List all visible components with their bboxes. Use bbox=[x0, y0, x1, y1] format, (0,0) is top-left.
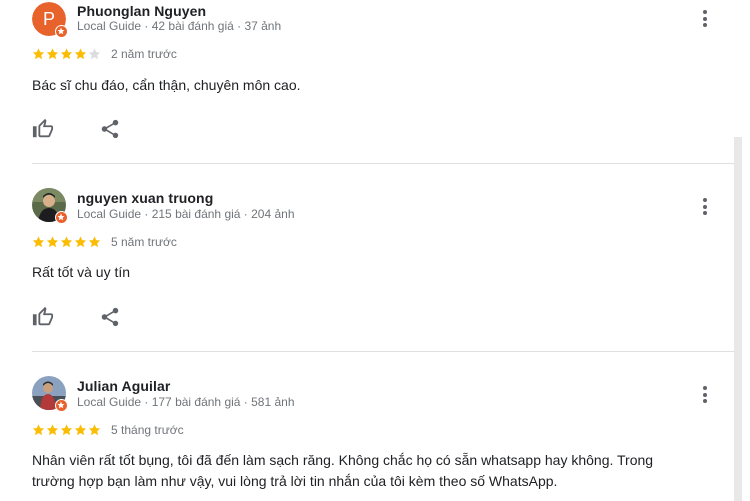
star-icon bbox=[74, 424, 87, 436]
share-button[interactable] bbox=[99, 306, 121, 328]
thumb-up-icon bbox=[32, 118, 54, 138]
review-date: 5 năm trước bbox=[111, 235, 177, 249]
local-guide-badge-icon bbox=[55, 399, 68, 412]
share-icon bbox=[101, 119, 119, 139]
reviewer-name[interactable]: Julian Aguilar bbox=[77, 378, 170, 394]
review-text: Rất tốt và uy tín bbox=[32, 264, 131, 280]
avatar[interactable] bbox=[32, 376, 68, 412]
more-options-button[interactable] bbox=[696, 384, 714, 406]
star-rating bbox=[32, 47, 102, 61]
local-guide-badge-icon bbox=[55, 25, 68, 38]
star-icon bbox=[60, 48, 73, 60]
star-icon bbox=[88, 236, 101, 248]
share-icon bbox=[101, 307, 119, 327]
reviewer-name[interactable]: nguyen xuan truong bbox=[77, 190, 213, 206]
like-button[interactable] bbox=[32, 306, 54, 328]
avatar[interactable]: P bbox=[32, 2, 68, 38]
review-card: nguyen xuan truong Local Guide · 215 bài… bbox=[0, 164, 734, 352]
review-date: 2 năm trước bbox=[111, 47, 177, 61]
reviewer-meta: Local Guide · 177 bài đánh giá · 581 ảnh bbox=[77, 395, 295, 409]
star-icon bbox=[88, 424, 101, 436]
local-guide-badge-icon bbox=[55, 211, 68, 224]
scrollbar[interactable] bbox=[734, 137, 742, 501]
more-options-button[interactable] bbox=[696, 196, 714, 218]
reviewer-meta: Local Guide · 215 bài đánh giá · 204 ảnh bbox=[77, 207, 295, 221]
review-card: Julian Aguilar Local Guide · 177 bài đán… bbox=[0, 352, 734, 501]
star-icon bbox=[60, 424, 73, 436]
review-date: 5 tháng trước bbox=[111, 423, 184, 437]
star-icon bbox=[60, 236, 73, 248]
review-text: Bác sĩ chu đáo, cẩn thận, chuyên môn cao… bbox=[32, 77, 301, 93]
star-icon bbox=[46, 48, 59, 60]
star-icon bbox=[74, 48, 87, 60]
star-icon bbox=[46, 424, 59, 436]
thumb-up-icon bbox=[32, 306, 54, 326]
more-options-button[interactable] bbox=[696, 8, 714, 30]
star-icon bbox=[32, 424, 45, 436]
like-button[interactable] bbox=[32, 118, 54, 140]
avatar[interactable] bbox=[32, 188, 68, 224]
star-icon bbox=[74, 236, 87, 248]
star-rating bbox=[32, 235, 102, 249]
star-icon bbox=[32, 48, 45, 60]
review-text: Nhân viên rất tốt bụng, tôi đã đến làm s… bbox=[32, 452, 654, 489]
review-card: P Phuonglan Nguyen Local Guide · 42 bài … bbox=[0, 0, 734, 164]
star-icon bbox=[46, 236, 59, 248]
star-icon bbox=[88, 48, 101, 60]
star-icon bbox=[32, 236, 45, 248]
share-button[interactable] bbox=[99, 118, 121, 140]
reviewer-name[interactable]: Phuonglan Nguyen bbox=[77, 3, 206, 19]
star-rating bbox=[32, 423, 102, 437]
reviewer-meta: Local Guide · 42 bài đánh giá · 37 ảnh bbox=[77, 19, 282, 33]
